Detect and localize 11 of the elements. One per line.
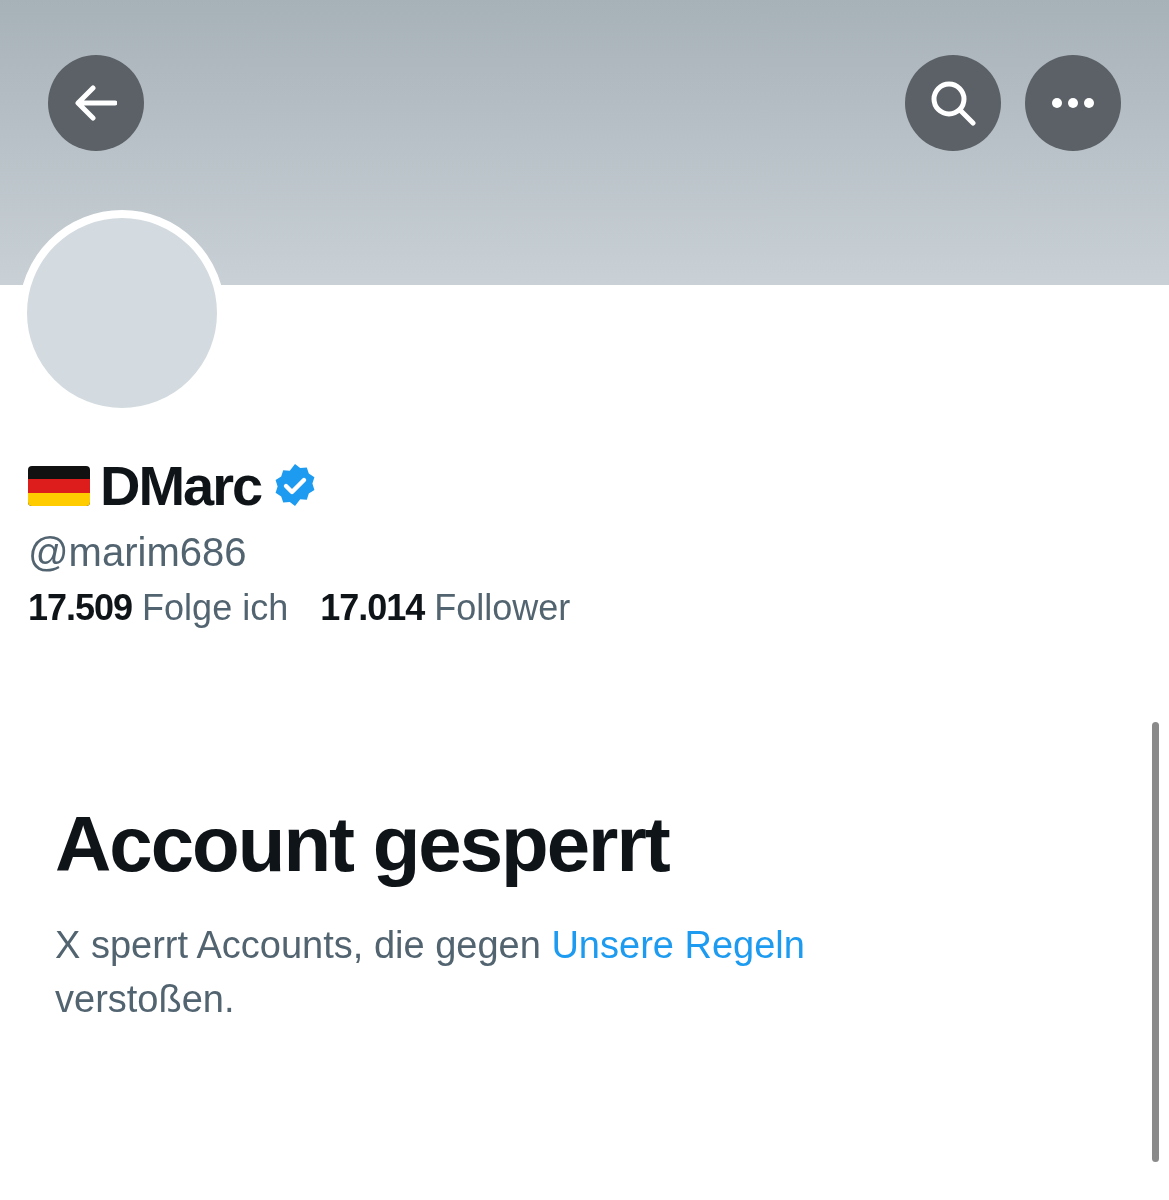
search-icon [930, 80, 976, 126]
profile-handle: @marim686 [28, 530, 247, 575]
notice-title: Account gesperrt [55, 799, 669, 890]
back-arrow-icon [75, 85, 117, 121]
follow-stat-link[interactable]: 17.509 Folge ich [28, 587, 289, 629]
more-icon [1052, 98, 1094, 108]
scrollbar[interactable] [1152, 722, 1159, 1162]
profile-name: DMarc [100, 458, 262, 514]
follow-stat-link[interactable]: 17.014 Follower [320, 587, 571, 629]
notice-text: X sperrt Accounts, die gegen Unsere Regeln verstoßen. [55, 923, 806, 1022]
flag-icon [28, 466, 90, 506]
